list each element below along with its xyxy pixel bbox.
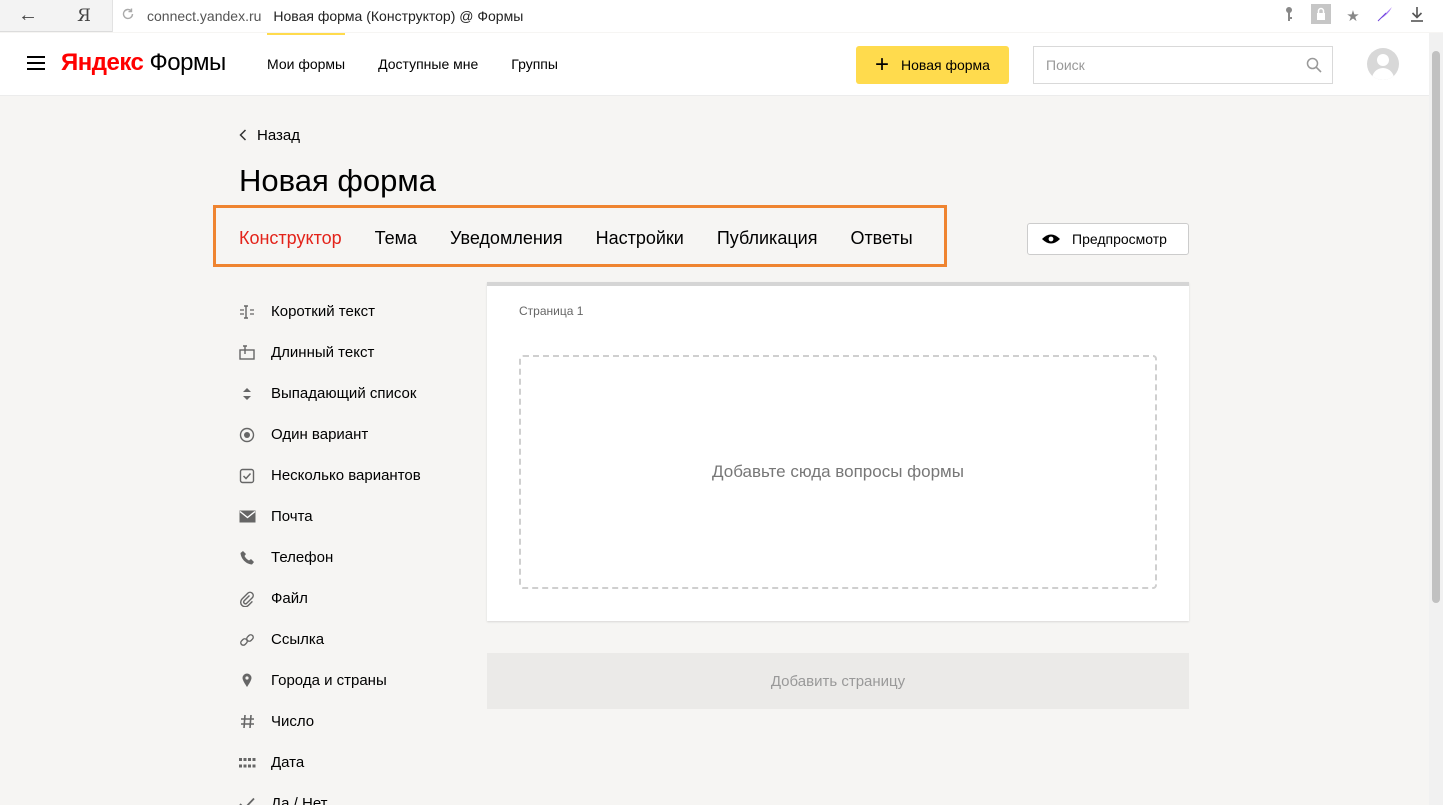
field-file[interactable]: Файл [238,578,421,619]
browser-actions: ★ [1273,0,1443,32]
field-link[interactable]: Ссылка [238,619,421,660]
field-label: Телефон [271,549,334,566]
field-phone[interactable]: Телефон [238,537,421,578]
preview-button[interactable]: Предпросмотр [1027,223,1189,255]
back-label: Назад [257,127,300,144]
menu-burger-icon[interactable] [27,56,45,70]
address-domain: connect.yandex.ru [147,7,262,24]
yandex-browser-icon[interactable]: Я [56,0,112,32]
location-pin-icon [238,672,256,690]
add-page-button[interactable]: Добавить страницу [487,653,1189,709]
field-label: Несколько вариантов [271,467,421,484]
field-dropdown[interactable]: Выпадающий список [238,373,421,414]
checkmark-icon [238,795,256,805]
tab-constructor[interactable]: Конструктор [239,225,342,251]
lock-icon[interactable] [1305,3,1337,28]
field-yes-no[interactable]: Да / Нет [238,783,421,805]
page-title: Новая форма [239,163,436,198]
tab-notifications[interactable]: Уведомления [450,225,563,251]
key-icon[interactable] [1273,6,1305,26]
field-type-list: Короткий текст Длинный текст Выпадающий … [238,291,421,805]
form-page-card: Страница 1 Добавьте сюда вопросы формы [487,282,1189,621]
question-dropzone[interactable]: Добавьте сюда вопросы формы [519,355,1157,589]
field-date[interactable]: Дата [238,742,421,783]
mail-icon [238,508,256,526]
field-short-text[interactable]: Короткий текст [238,291,421,332]
download-icon[interactable] [1401,6,1433,26]
field-number[interactable]: Число [238,701,421,742]
tab-theme[interactable]: Тема [375,225,417,251]
field-multiple-choice[interactable]: Несколько вариантов [238,455,421,496]
search-input[interactable] [1046,57,1296,73]
field-label: Выпадающий список [271,385,417,402]
scroll-thumb[interactable] [1432,51,1440,603]
field-label: Ссылка [271,631,325,648]
new-form-button[interactable]: + Новая форма [856,46,1009,84]
field-label: Да / Нет [271,795,328,805]
back-link[interactable]: Назад [239,127,300,144]
logo-brand: Яндекс [61,49,144,76]
address-bar[interactable]: connect.yandex.ru Новая форма (Конструкт… [112,0,1273,32]
tab-answers[interactable]: Ответы [850,225,912,251]
field-label: Почта [271,508,313,525]
field-single-choice[interactable]: Один вариант [238,414,421,455]
reload-icon[interactable] [121,7,141,24]
paperclip-icon [238,590,256,608]
nav-shared-with-me[interactable]: Доступные мне [378,33,478,95]
avatar[interactable] [1367,48,1399,80]
phone-icon [238,549,256,567]
new-form-label: Новая форма [901,57,990,73]
nav-groups[interactable]: Группы [511,33,558,95]
calendar-grid-icon [238,754,256,772]
field-label: Длинный текст [271,344,375,361]
tab-settings[interactable]: Настройки [596,225,684,251]
field-label: Один вариант [271,426,369,443]
field-cities-countries[interactable]: Города и страны [238,660,421,701]
field-label: Короткий текст [271,303,375,320]
address-page-title: Новая форма (Конструктор) @ Формы [273,7,524,24]
dropzone-text: Добавьте сюда вопросы формы [712,462,964,481]
browser-back-icon[interactable]: ← [0,0,56,32]
search-box [1033,46,1333,84]
field-label: Города и страны [271,672,387,689]
hash-icon [238,713,256,731]
field-email[interactable]: Почта [238,496,421,537]
chevron-left-icon [239,128,247,144]
field-label: Число [271,713,315,730]
plus-icon: + [875,51,890,78]
dropdown-icon [238,385,256,403]
radio-icon [238,426,256,444]
logo[interactable]: Яндекс Формы [61,49,226,77]
search-icon[interactable] [1306,57,1322,73]
eye-icon [1042,234,1060,244]
checkbox-icon [238,467,256,485]
browser-toolbar: ← Я connect.yandex.ru Новая форма (Конст… [0,0,1443,32]
short-text-icon [238,303,256,321]
logo-service: Формы [149,49,227,76]
page-scrollbar[interactable] [1429,33,1443,805]
star-icon[interactable]: ★ [1337,7,1369,25]
tab-publication[interactable]: Публикация [717,225,818,251]
main-nav: Мои формы Доступные мне Группы [267,33,591,95]
nav-my-forms[interactable]: Мои формы [267,33,346,95]
field-label: Файл [271,590,308,607]
preview-label: Предпросмотр [1072,231,1167,247]
field-long-text[interactable]: Длинный текст [238,332,421,373]
form-tabs: Конструктор Тема Уведомления Настройки П… [239,225,946,251]
page-label: Страница 1 [519,304,584,318]
app-header: Яндекс Формы Мои формы Доступные мне Гру… [0,33,1443,96]
link-icon [238,631,256,649]
field-label: Дата [271,754,305,771]
add-page-label: Добавить страницу [770,672,906,690]
feather-icon[interactable] [1369,5,1401,27]
long-text-icon [238,344,256,362]
